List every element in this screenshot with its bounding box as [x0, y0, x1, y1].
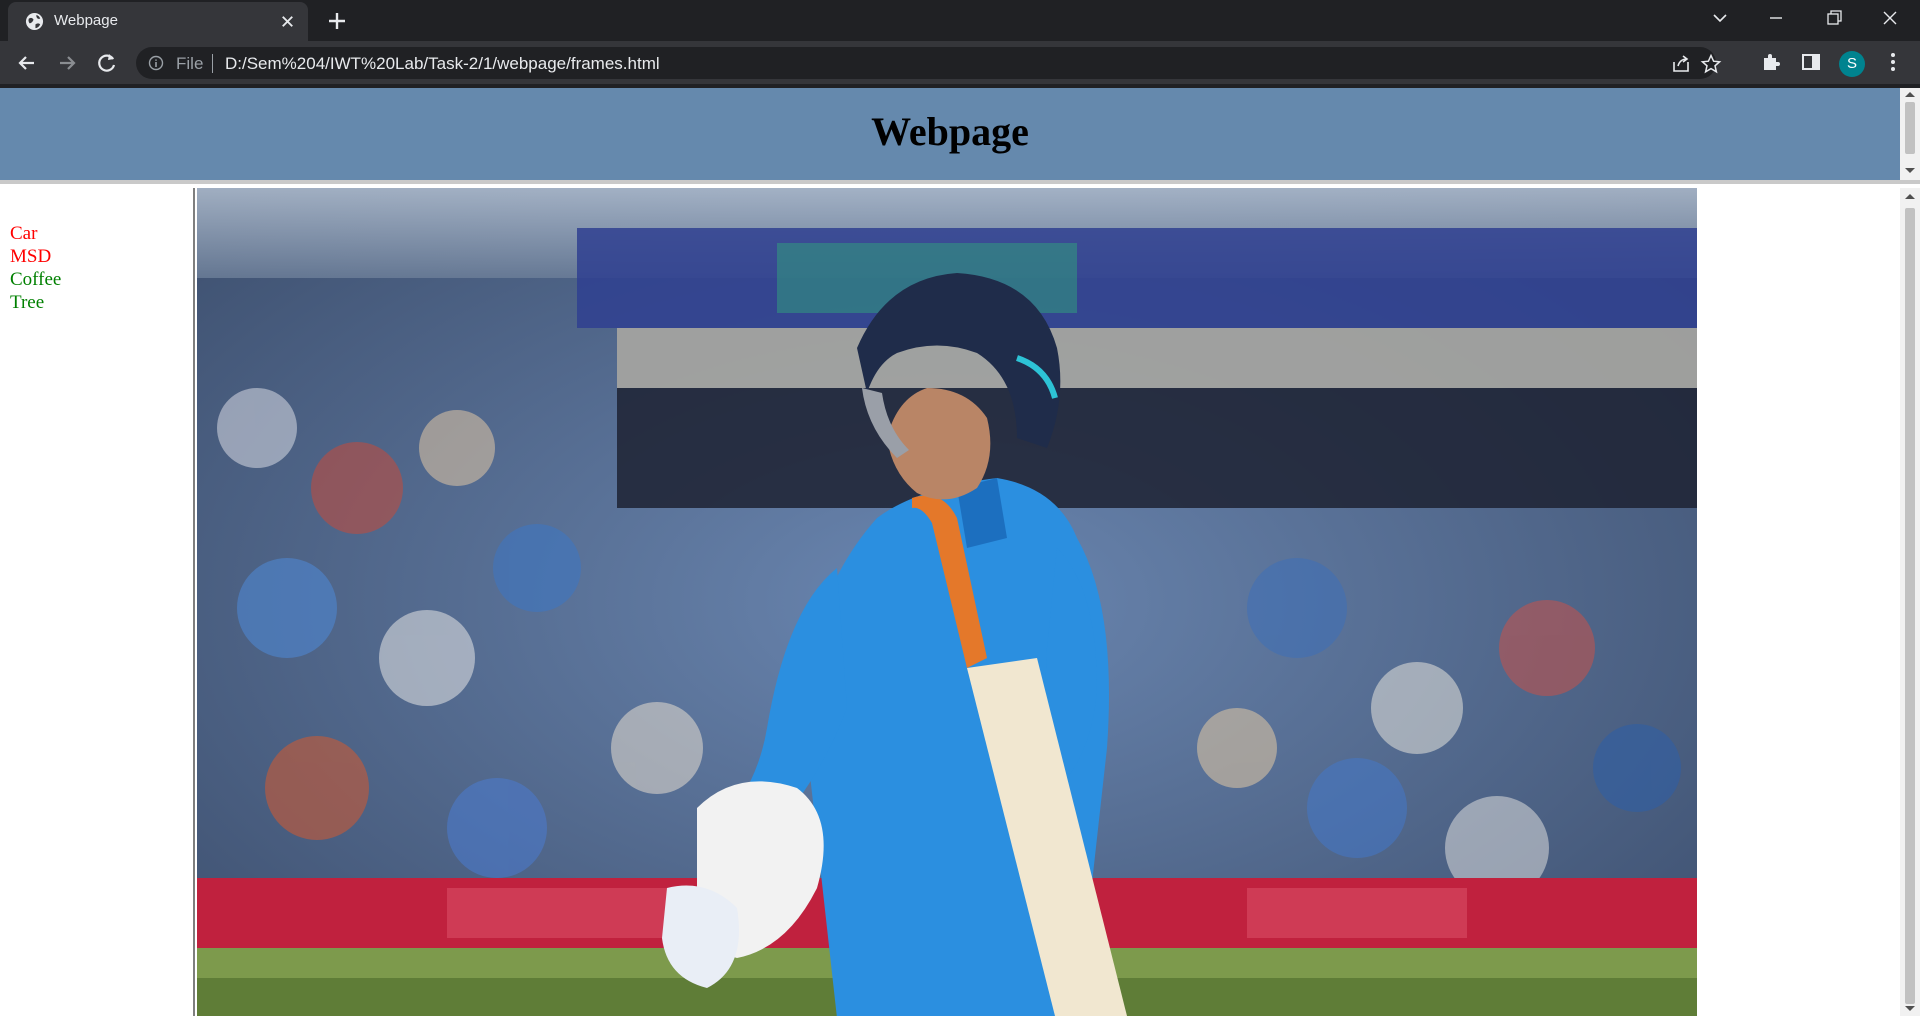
plus-icon[interactable]	[320, 8, 354, 34]
nav-frame: Car MSD Coffee Tree	[0, 188, 195, 1016]
cricketer-photo	[197, 188, 1697, 1016]
url-scheme-label: File	[176, 54, 204, 73]
minimize-icon[interactable]	[1748, 0, 1804, 36]
browser-tab[interactable]: Webpage	[8, 2, 308, 41]
scroll-up-arrow-icon[interactable]	[1905, 92, 1915, 97]
nav-link-car[interactable]: Car	[10, 222, 61, 245]
content-frame-scrollbar[interactable]	[1900, 188, 1920, 1016]
nav-link-list: Car MSD Coffee Tree	[10, 222, 61, 314]
kebab-menu-icon[interactable]	[1882, 51, 1904, 73]
arrow-right-icon[interactable]	[54, 50, 80, 76]
address-bar[interactable]: File D:/Sem%204/IWT%20Lab/Task-2/1/webpa…	[136, 47, 1722, 79]
scroll-thumb[interactable]	[1905, 102, 1915, 154]
close-icon[interactable]	[278, 12, 297, 31]
nav-link-tree[interactable]: Tree	[10, 291, 61, 314]
chevron-down-icon[interactable]	[1692, 0, 1748, 36]
profile-avatar[interactable]: S	[1839, 51, 1865, 77]
browser-toolbar: File D:/Sem%204/IWT%20Lab/Task-2/1/webpa…	[0, 41, 1920, 84]
arrow-left-icon[interactable]	[14, 50, 40, 76]
star-icon[interactable]	[1700, 53, 1722, 75]
scroll-down-arrow-icon[interactable]	[1905, 168, 1915, 173]
globe-icon	[25, 12, 44, 31]
content-frame	[197, 188, 1920, 1016]
scroll-thumb[interactable]	[1905, 208, 1915, 1004]
window-close-icon[interactable]	[1862, 0, 1918, 36]
side-panel-icon[interactable]	[1800, 51, 1822, 73]
url-text[interactable]: D:/Sem%204/IWT%20Lab/Task-2/1/webpage/fr…	[225, 54, 660, 74]
puzzle-icon[interactable]	[1760, 51, 1782, 73]
page-viewport: Webpage Car MSD Coffee Tree	[0, 88, 1920, 1016]
tab-strip: Webpage	[0, 0, 1920, 41]
tab-title: Webpage	[54, 12, 118, 29]
nav-link-coffee[interactable]: Coffee	[10, 268, 61, 291]
omnibox-divider	[212, 54, 213, 73]
page-heading: Webpage	[871, 109, 1029, 154]
share-icon[interactable]	[1670, 53, 1692, 75]
reload-icon[interactable]	[94, 50, 120, 76]
scroll-up-arrow-icon[interactable]	[1905, 194, 1915, 199]
restore-icon[interactable]	[1806, 0, 1862, 36]
header-frame-scrollbar[interactable]	[1900, 88, 1920, 180]
info-icon[interactable]	[148, 55, 164, 71]
scroll-down-arrow-icon[interactable]	[1905, 1006, 1915, 1011]
nav-link-msd[interactable]: MSD	[10, 245, 61, 268]
header-frame: Webpage	[0, 88, 1920, 184]
